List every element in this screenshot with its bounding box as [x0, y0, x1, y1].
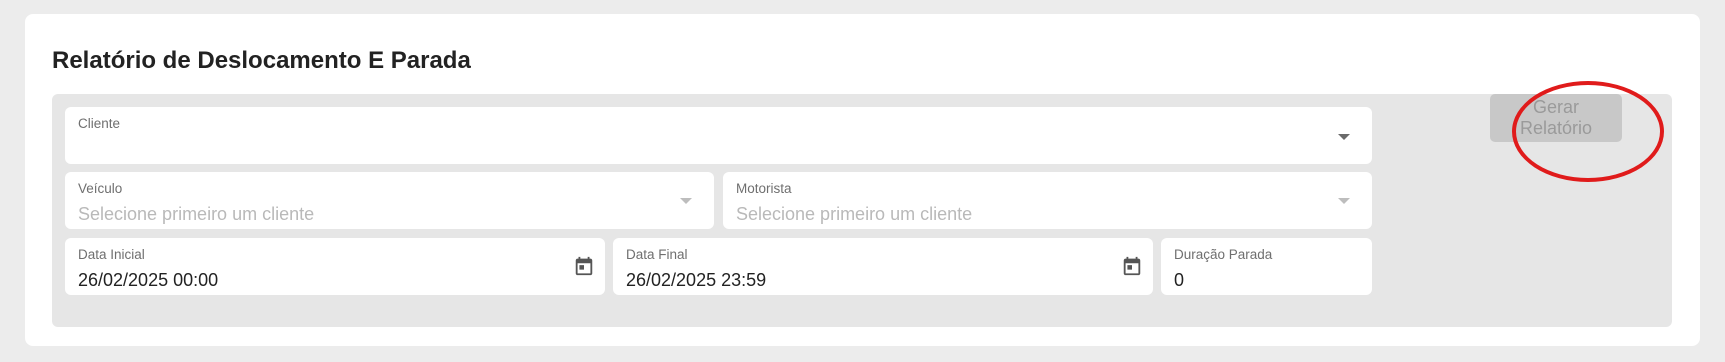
veiculo-label: Veículo [78, 181, 123, 196]
duracao-parada-field[interactable]: Duração Parada 0 [1161, 238, 1372, 295]
cliente-label: Cliente [78, 116, 121, 131]
duracao-parada-label: Duração Parada [1174, 247, 1273, 262]
veiculo-select[interactable]: Veículo Selecione primeiro um cliente [65, 172, 714, 229]
chevron-down-icon[interactable] [1338, 134, 1350, 140]
chevron-down-icon[interactable] [1338, 198, 1350, 204]
duracao-parada-value: 0 [1174, 270, 1185, 290]
calendar-icon[interactable] [573, 254, 595, 278]
highlight-circle [1512, 81, 1664, 182]
page-title: Relatório de Deslocamento E Parada [52, 47, 471, 74]
data-inicial-value: 26/02/2025 00:00 [78, 270, 219, 290]
data-inicial-field[interactable]: Data Inicial 26/02/2025 00:00 [65, 238, 605, 295]
motorista-select[interactable]: Motorista Selecione primeiro um cliente [723, 172, 1372, 229]
cliente-select[interactable]: Cliente [65, 107, 1372, 164]
data-final-field[interactable]: Data Final 26/02/2025 23:59 [613, 238, 1153, 295]
motorista-label: Motorista [736, 181, 792, 196]
veiculo-placeholder: Selecione primeiro um cliente [78, 204, 315, 224]
report-card: Relatório de Deslocamento E Parada Clien… [25, 14, 1700, 346]
motorista-placeholder: Selecione primeiro um cliente [736, 204, 973, 224]
calendar-icon[interactable] [1121, 254, 1143, 278]
data-inicial-label: Data Inicial [78, 247, 145, 262]
data-final-value: 26/02/2025 23:59 [626, 270, 767, 290]
data-final-label: Data Final [626, 247, 688, 262]
chevron-down-icon[interactable] [680, 198, 692, 204]
filters-panel: Cliente Veículo Selecione primeiro um cl… [52, 94, 1672, 327]
